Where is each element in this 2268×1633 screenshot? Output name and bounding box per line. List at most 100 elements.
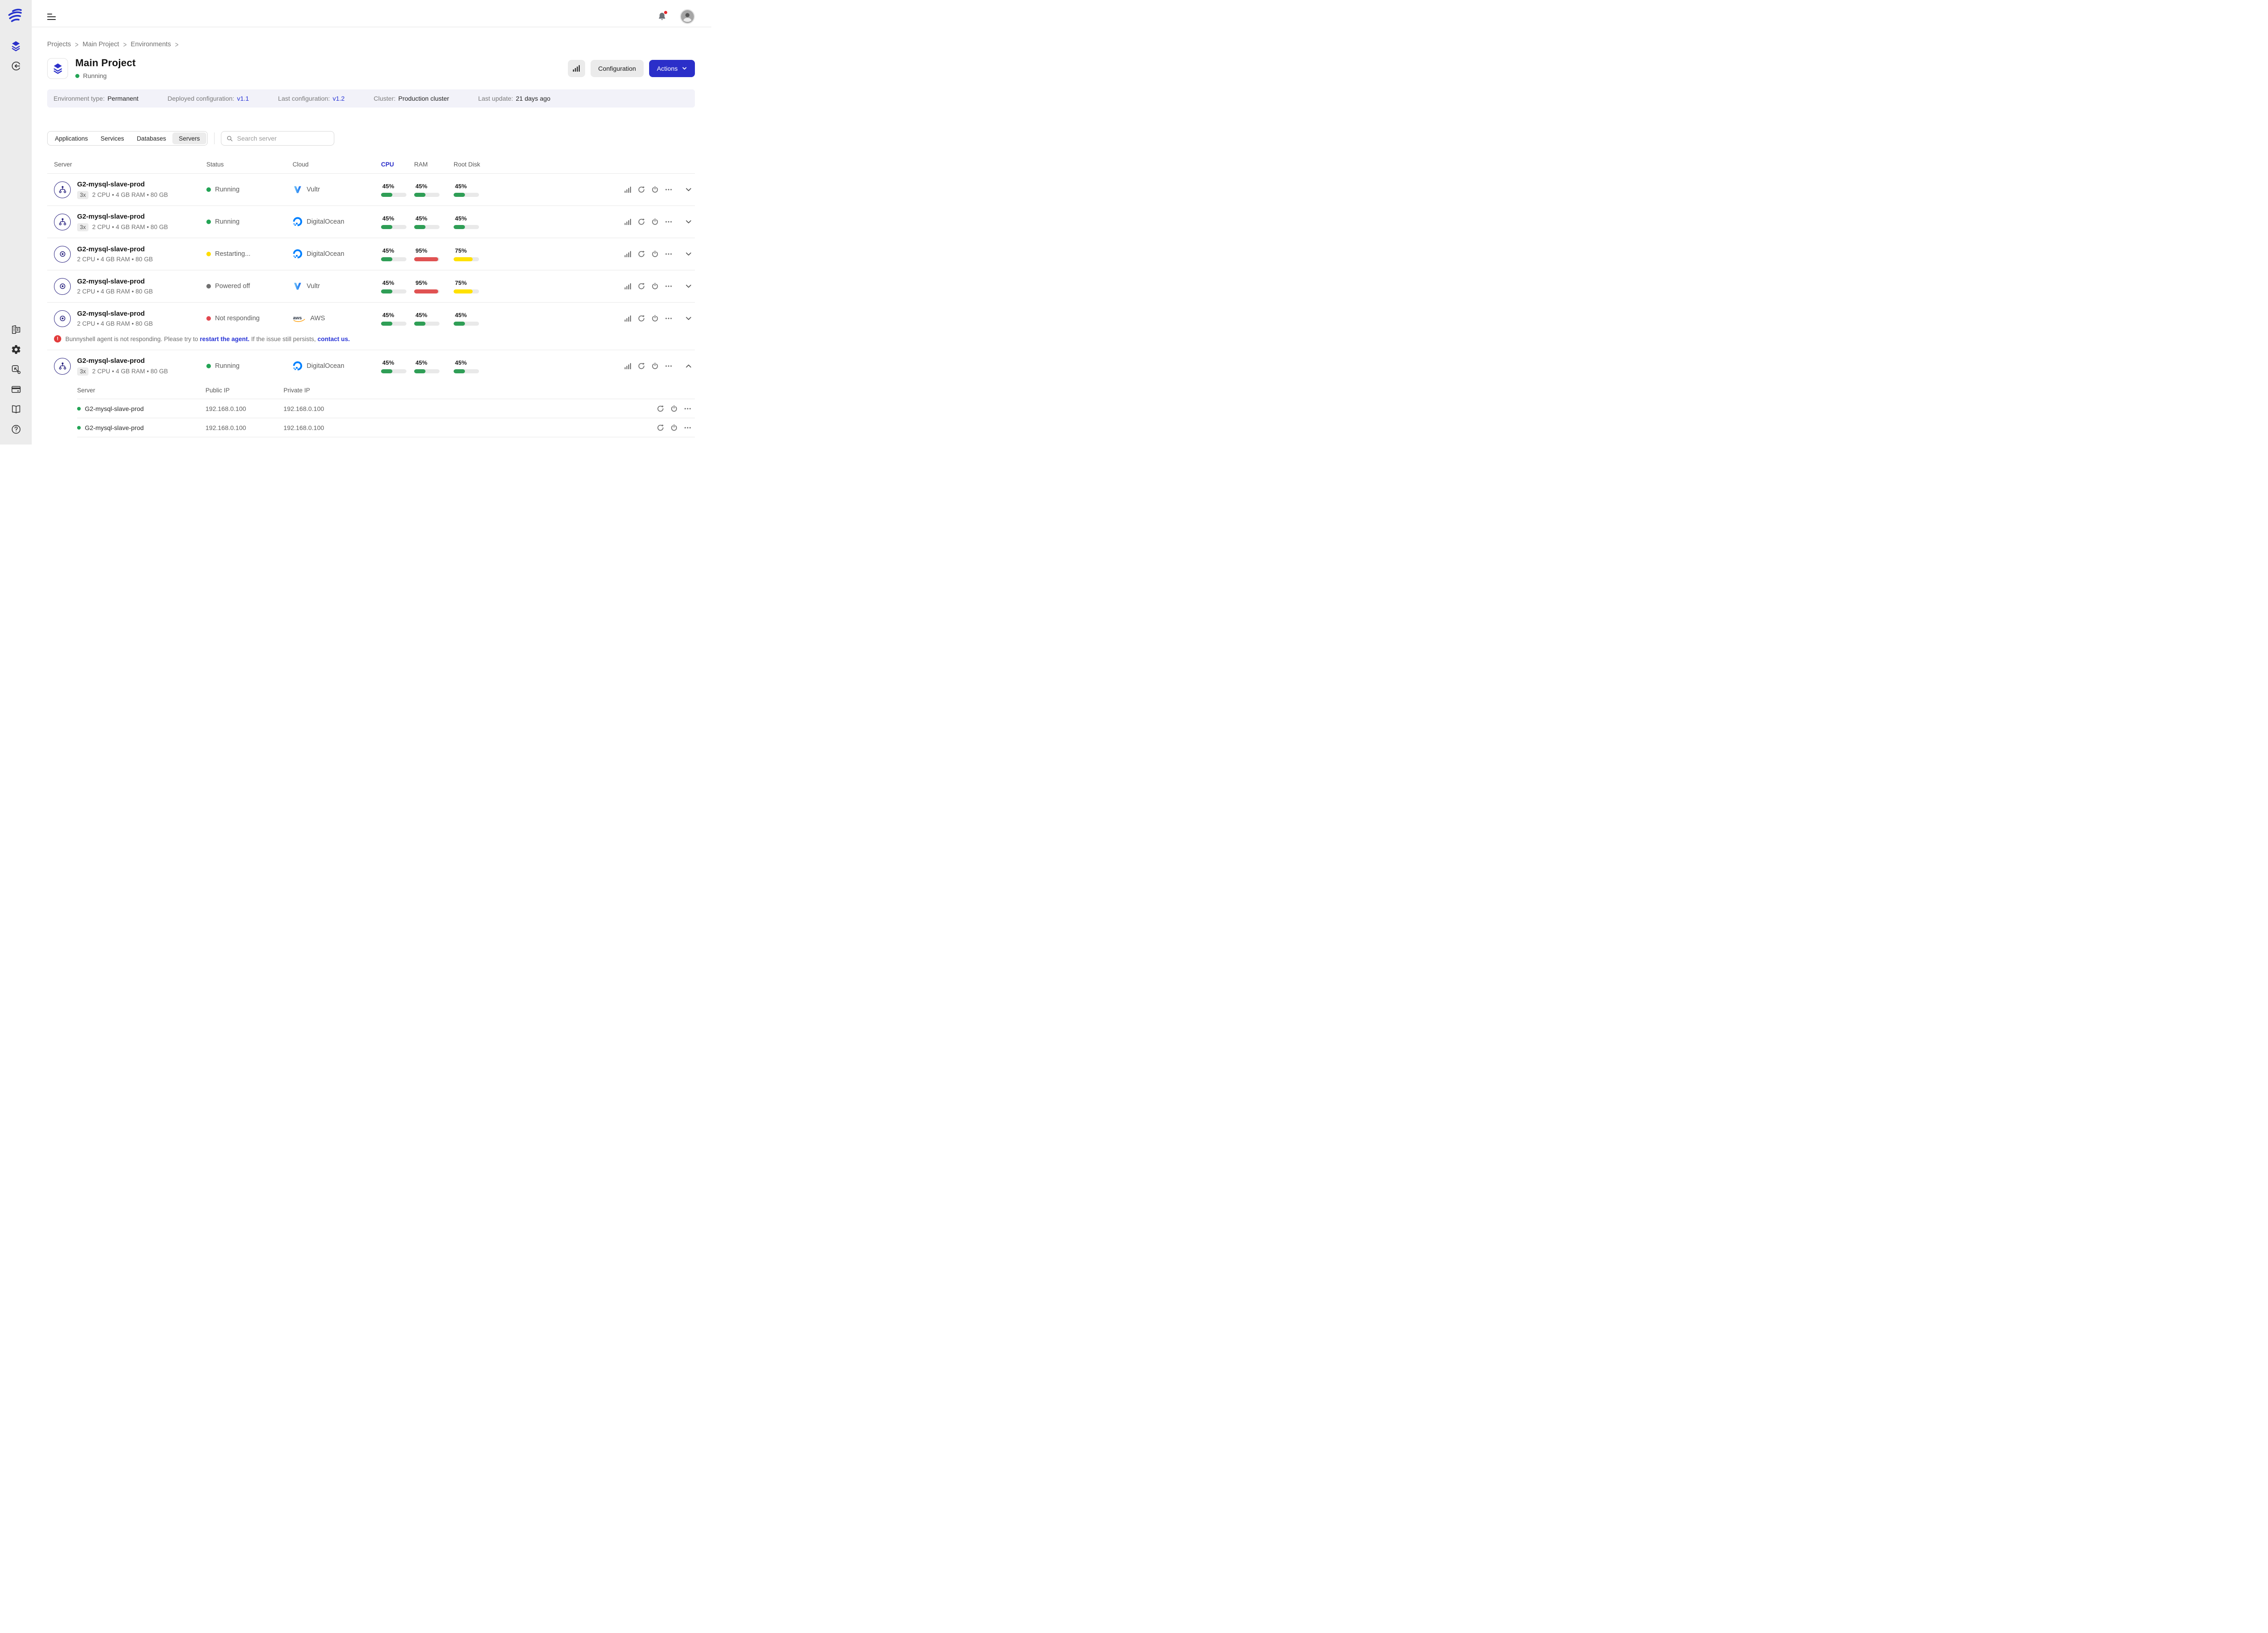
restart-icon[interactable] — [638, 362, 645, 370]
menu-hamburger-icon[interactable] — [47, 14, 56, 20]
expand-chevron-down-icon[interactable] — [685, 186, 692, 193]
server-row[interactable]: G2-mysql-slave-prod2 CPU • 4 GB RAM • 80… — [47, 303, 695, 334]
cpu-metric: 45% — [381, 312, 414, 326]
configuration-button[interactable]: Configuration — [591, 60, 644, 77]
tab-databases[interactable]: Databases — [131, 132, 173, 144]
power-icon[interactable] — [651, 218, 659, 225]
expand-chevron-down-icon[interactable] — [685, 218, 692, 225]
restart-icon[interactable] — [638, 315, 645, 322]
digitalocean-logo-icon — [293, 361, 303, 371]
server-name[interactable]: G2-mysql-slave-prod — [77, 278, 153, 285]
tab-services[interactable]: Services — [94, 132, 131, 144]
docs-book-icon[interactable] — [11, 404, 21, 415]
help-icon[interactable] — [11, 424, 21, 435]
info-label: Last configuration: — [278, 95, 330, 102]
aws-logo-icon: aws — [293, 313, 306, 323]
server-row[interactable]: G2-mysql-slave-prod2 CPU • 4 GB RAM • 80… — [47, 238, 695, 270]
row-actions — [618, 315, 695, 322]
restart-icon[interactable] — [657, 405, 664, 412]
restart-icon[interactable] — [657, 424, 664, 431]
server-name[interactable]: G2-mysql-slave-prod — [77, 245, 153, 253]
exit-environment-icon[interactable] — [11, 61, 21, 71]
status-label: Running — [215, 218, 240, 225]
actions-button[interactable]: Actions — [649, 60, 695, 77]
col-server[interactable]: Server — [54, 161, 206, 168]
organization-icon[interactable] — [11, 324, 21, 335]
tab-servers[interactable]: Servers — [172, 132, 206, 144]
power-icon[interactable] — [651, 250, 659, 258]
restart-icon[interactable] — [638, 250, 645, 258]
power-icon[interactable] — [651, 315, 659, 322]
status-cell: Running — [206, 362, 293, 370]
col-disk[interactable]: Root Disk — [454, 161, 522, 168]
server-row[interactable]: G2-mysql-slave-prod3x2 CPU • 4 GB RAM • … — [47, 350, 695, 382]
info-value[interactable]: v1.1 — [237, 95, 249, 102]
metrics-icon[interactable] — [624, 362, 631, 370]
metrics-icon[interactable] — [624, 283, 631, 290]
restart-icon[interactable] — [638, 283, 645, 290]
col-cpu[interactable]: CPU — [381, 161, 414, 168]
restart-icon[interactable] — [638, 186, 645, 193]
col-cloud[interactable]: Cloud — [293, 161, 381, 168]
tab-applications[interactable]: Applications — [49, 132, 94, 144]
settings-gear-icon[interactable] — [11, 344, 21, 355]
expand-chevron-down-icon[interactable] — [685, 250, 692, 258]
col-status[interactable]: Status — [206, 161, 293, 168]
restart-icon[interactable] — [638, 218, 645, 225]
search-input[interactable] — [237, 135, 329, 142]
server-row-block: G2-mysql-slave-prod3x2 CPU • 4 GB RAM • … — [47, 350, 695, 437]
server-name[interactable]: G2-mysql-slave-prod — [77, 181, 168, 188]
more-options-icon[interactable] — [665, 315, 672, 322]
server-name[interactable]: G2-mysql-slave-prod — [77, 310, 153, 318]
external-share-icon[interactable] — [11, 364, 21, 375]
metrics-icon[interactable] — [624, 315, 631, 322]
more-options-icon[interactable] — [665, 283, 672, 290]
more-options-icon[interactable] — [665, 218, 672, 225]
server-name[interactable]: G2-mysql-slave-prod — [77, 213, 168, 220]
contact-us-link[interactable]: contact us. — [318, 336, 350, 342]
metrics-button[interactable] — [568, 60, 585, 77]
power-icon[interactable] — [651, 362, 659, 370]
cpu-metric: 45% — [381, 359, 414, 373]
server-row[interactable]: G2-mysql-slave-prod2 CPU • 4 GB RAM • 80… — [47, 270, 695, 302]
power-icon[interactable] — [651, 186, 659, 193]
power-icon[interactable] — [670, 405, 678, 412]
more-options-icon[interactable] — [665, 362, 672, 370]
billing-card-icon[interactable] — [11, 384, 21, 395]
power-icon[interactable] — [670, 424, 678, 431]
metrics-icon[interactable] — [624, 218, 631, 225]
server-name[interactable]: G2-mysql-slave-prod — [77, 357, 168, 365]
info-value[interactable]: v1.2 — [332, 95, 344, 102]
collapse-chevron-up-icon[interactable] — [685, 362, 692, 370]
expand-chevron-down-icon[interactable] — [685, 315, 692, 322]
ram-percent: 45% — [415, 215, 454, 222]
power-icon[interactable] — [651, 283, 659, 290]
subtable-row[interactable]: G2-mysql-slave-prod192.168.0.100192.168.… — [77, 418, 695, 437]
more-options-icon[interactable] — [684, 405, 691, 412]
cpu-metric: 45% — [381, 215, 414, 229]
more-options-icon[interactable] — [665, 250, 672, 258]
subtable-row[interactable]: G2-mysql-slave-prod192.168.0.100192.168.… — [77, 399, 695, 418]
sidebar — [0, 0, 32, 445]
more-options-icon[interactable] — [665, 186, 672, 193]
public-ip: 192.168.0.100 — [205, 424, 284, 431]
metrics-icon[interactable] — [624, 250, 631, 258]
metrics-icon[interactable] — [624, 186, 631, 193]
server-row[interactable]: G2-mysql-slave-prod3x2 CPU • 4 GB RAM • … — [47, 174, 695, 205]
breadcrumb-environments[interactable]: Environments — [131, 41, 171, 48]
notifications-bell-icon[interactable] — [657, 11, 667, 22]
private-ip: 192.168.0.100 — [284, 424, 640, 431]
breadcrumb-projects[interactable]: Projects — [47, 41, 71, 48]
disk-bar-fill — [454, 225, 465, 229]
status-label: Running — [215, 186, 240, 193]
col-ram[interactable]: RAM — [414, 161, 454, 168]
environments-layers-icon[interactable] — [10, 40, 22, 52]
expand-chevron-down-icon[interactable] — [685, 283, 692, 290]
bunnyshell-logo-icon[interactable] — [7, 6, 25, 24]
server-row[interactable]: G2-mysql-slave-prod3x2 CPU • 4 GB RAM • … — [47, 206, 695, 238]
user-avatar[interactable] — [680, 9, 695, 24]
breadcrumb-main-project[interactable]: Main Project — [83, 41, 119, 48]
chevron-right-icon: > — [123, 40, 127, 49]
restart-agent-link[interactable]: restart the agent. — [200, 336, 249, 342]
more-options-icon[interactable] — [684, 424, 691, 431]
